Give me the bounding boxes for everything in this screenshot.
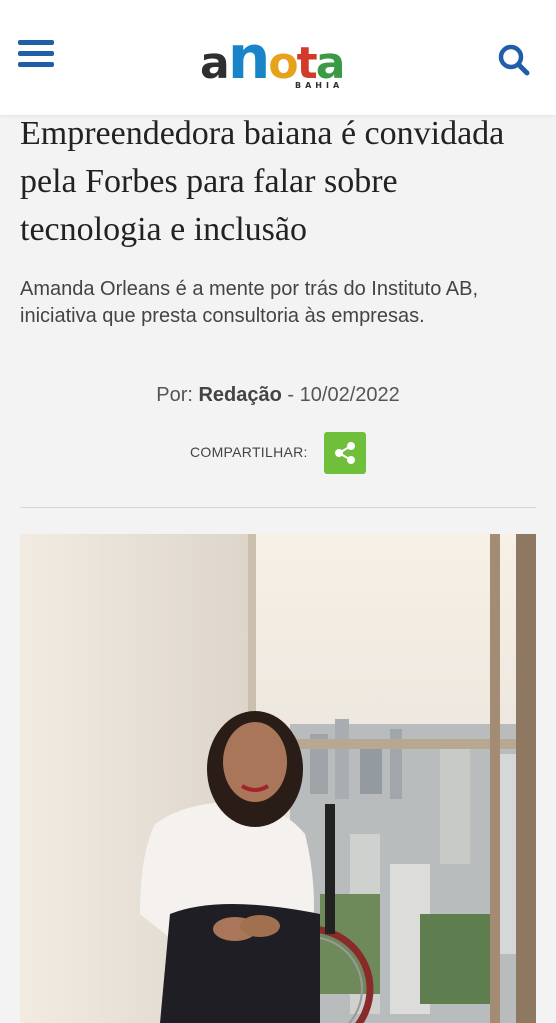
byline: Por: Redação - 10/02/2022 [0,384,556,407]
share-button[interactable] [324,432,366,474]
menu-button[interactable] [18,40,54,72]
share-icon [335,442,355,464]
photo-illustration [20,534,536,1023]
divider [20,507,536,508]
author-name[interactable]: Redação [198,384,281,406]
article-photo [20,534,536,1023]
article-headline: Empreendedora baiana é convidada pela Fo… [20,115,505,248]
hamburger-menu-icon [18,40,54,45]
site-header: anota BAHIA [0,0,556,115]
byline-prefix: Por: [156,384,193,406]
article-subtitle: Amanda Orleans é a mente por trás do Ins… [20,278,479,327]
logo-subtitle: BAHIA [295,81,344,90]
search-button[interactable] [496,42,532,78]
site-logo[interactable]: anota BAHIA [200,22,350,94]
share-row: COMPARTILHAR: [0,432,556,474]
byline-separator: - [287,384,295,406]
search-icon [498,44,530,76]
share-label: COMPARTILHAR: [190,444,308,460]
publish-date: 10/02/2022 [299,384,400,406]
